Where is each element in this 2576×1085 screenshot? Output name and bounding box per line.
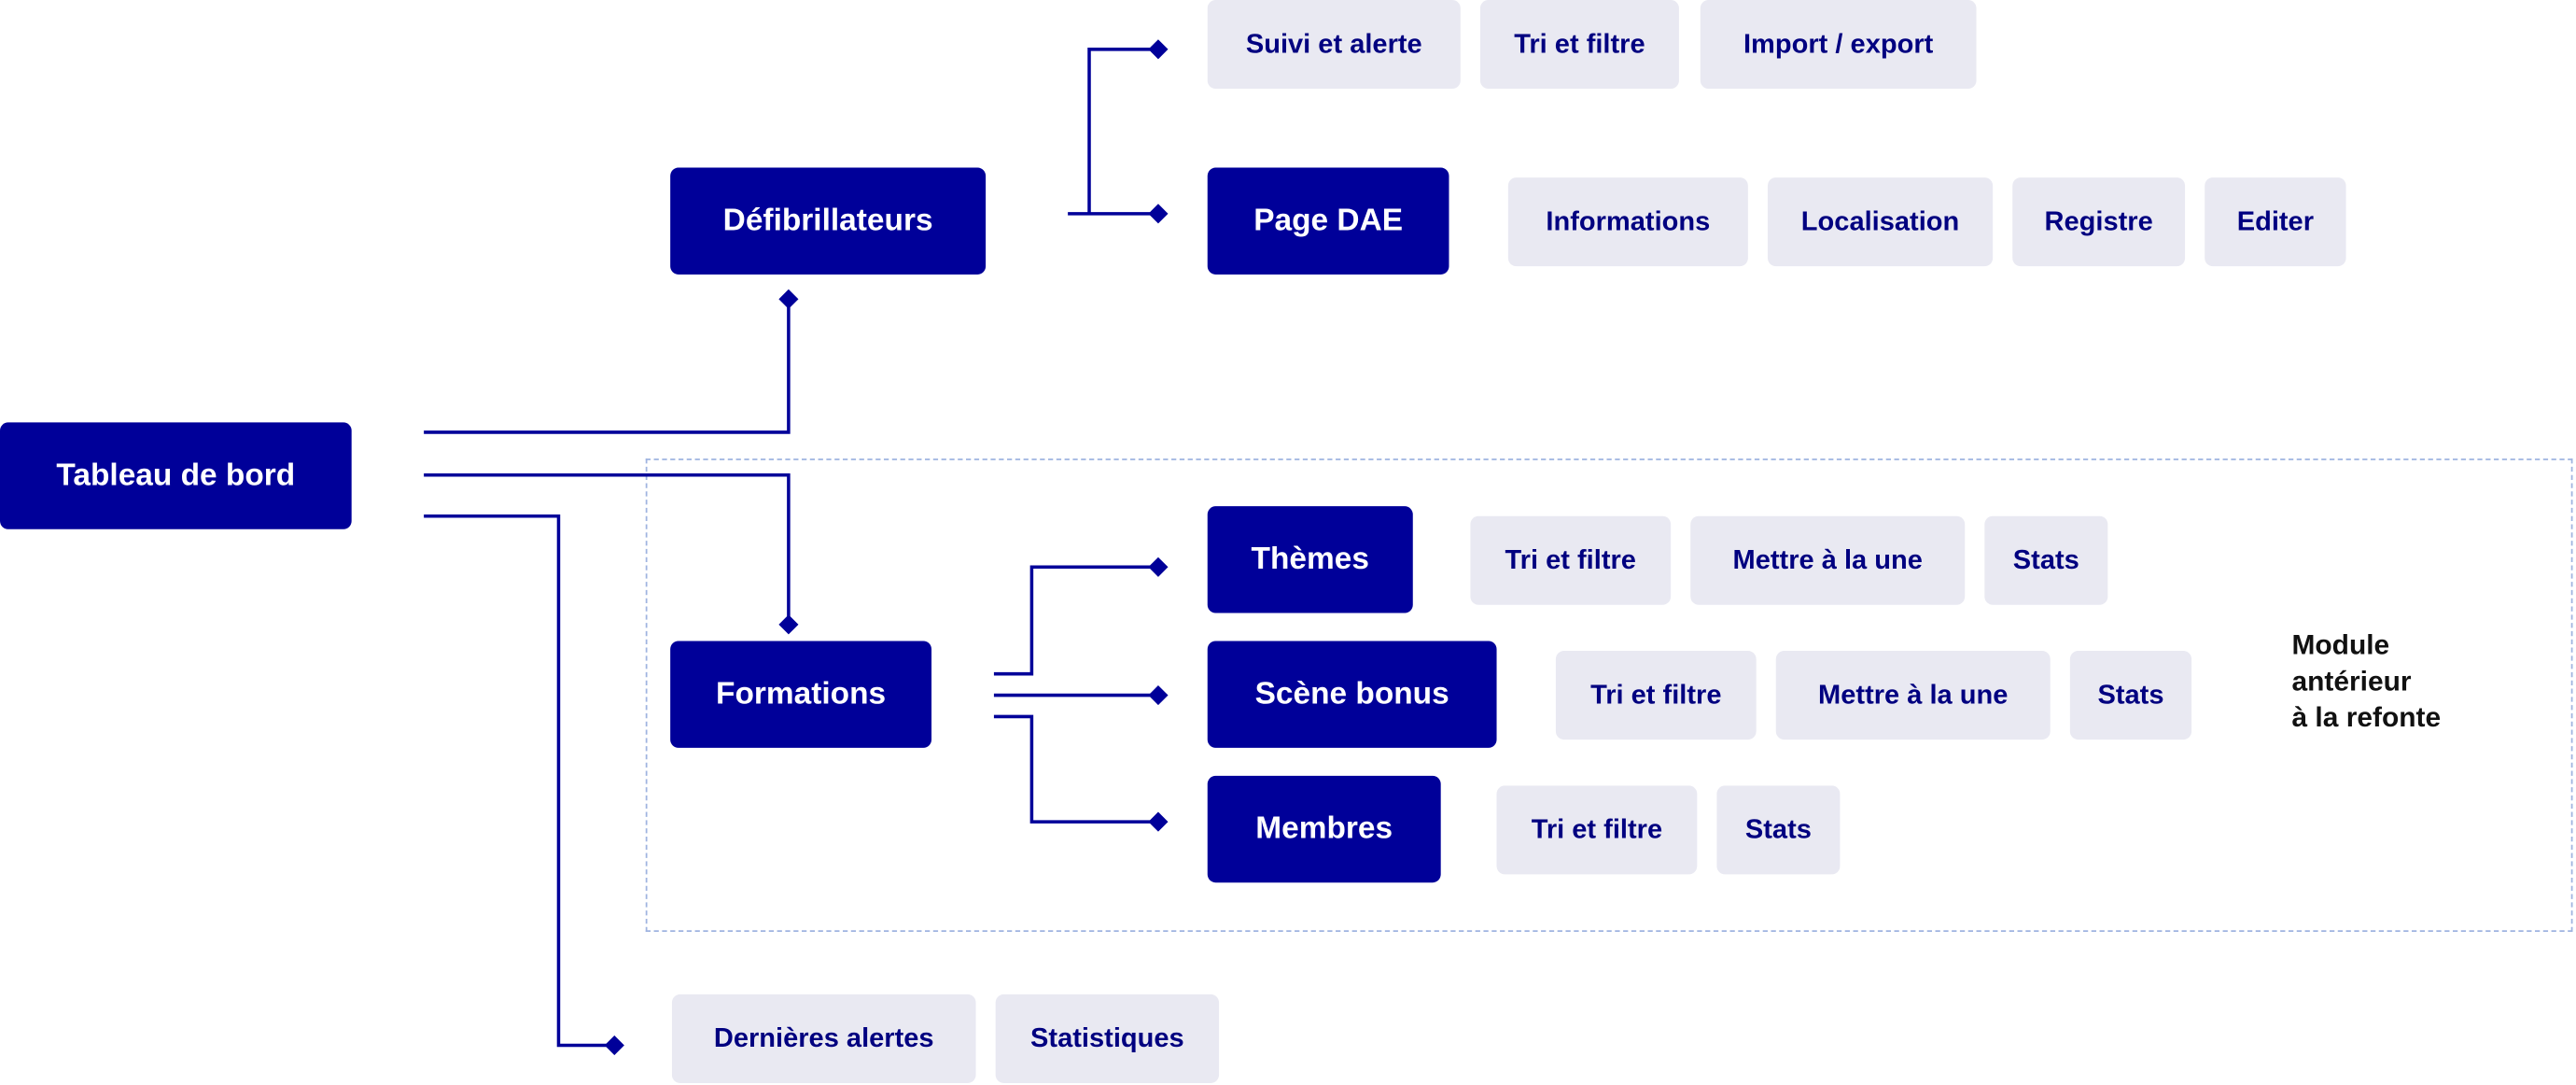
node-formations: Formations <box>670 641 932 748</box>
node-membres: Membres <box>1207 775 1441 883</box>
node-scene-mettre-une: Mettre à la une <box>1775 651 2051 740</box>
connector-root-dashboard-items <box>424 514 624 1056</box>
node-themes-tri-filtre: Tri et filtre <box>1470 515 1672 605</box>
node-tableau-de-bord: Tableau de bord <box>0 422 352 529</box>
node-scene-bonus: Scène bonus <box>1207 641 1497 748</box>
connector-formations-membres <box>993 714 1169 832</box>
node-themes-stats: Stats <box>1984 515 2108 605</box>
sitemap-diagram: Tableau de bord Défibrillateurs Suivi et… <box>0 0 2576 1085</box>
node-themes: Thèmes <box>1207 506 1413 613</box>
node-editer: Editer <box>2205 177 2346 267</box>
node-localisation: Localisation <box>1767 177 1994 267</box>
node-informations: Informations <box>1507 177 1748 267</box>
node-scene-stats: Stats <box>2069 651 2192 740</box>
node-themes-mettre-une: Mettre à la une <box>1690 515 1966 605</box>
node-import-export: Import / export <box>1700 0 1977 90</box>
node-defibrillateurs: Défibrillateurs <box>670 167 987 275</box>
node-page-dae: Page DAE <box>1207 167 1449 275</box>
connector-root-defib <box>424 289 799 434</box>
node-scene-tri-filtre: Tri et filtre <box>1555 651 1757 740</box>
node-dernieres-alertes: Dernières alertes <box>671 993 976 1083</box>
connector-formations-themes <box>993 557 1169 676</box>
node-registre: Registre <box>2012 177 2186 267</box>
legacy-module-note: Module antérieur à la refonte <box>2291 629 2442 734</box>
node-suivi-alerte: Suivi et alerte <box>1207 0 1461 90</box>
node-membres-stats: Stats <box>1716 785 1841 875</box>
connector-defib-list <box>1087 39 1169 214</box>
node-tri-filtre: Tri et filtre <box>1479 0 1679 90</box>
node-statistiques: Statistiques <box>995 993 1220 1083</box>
connector-root-formations <box>424 472 799 635</box>
node-membres-tri-filtre: Tri et filtre <box>1496 785 1698 875</box>
